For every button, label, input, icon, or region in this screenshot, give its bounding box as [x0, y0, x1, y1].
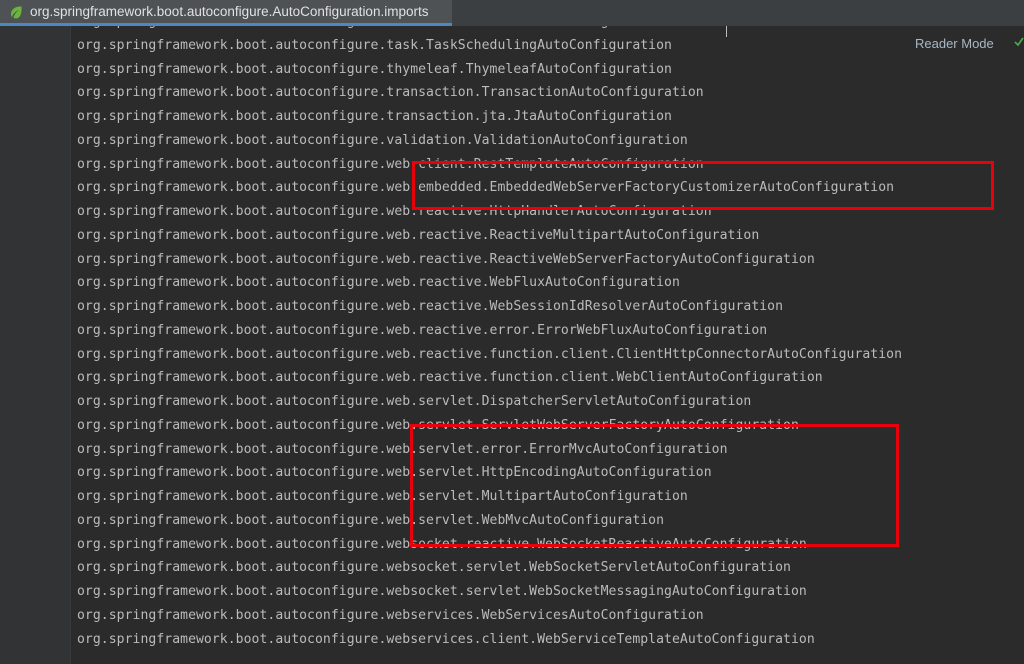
- code-line[interactable]: 124org.springframework.boot.autoconfigur…: [71, 105, 1024, 129]
- code-line[interactable]: 145org.springframework.boot.autoconfigur…: [71, 604, 1024, 628]
- code-lines: 120org.springframework.boot.autoconfigur…: [71, 26, 1024, 651]
- code-text[interactable]: org.springframework.boot.autoconfigure.w…: [77, 248, 815, 272]
- code-line[interactable]: 134org.springframework.boot.autoconfigur…: [71, 343, 1024, 367]
- code-text[interactable]: org.springframework.boot.autoconfigure.t…: [77, 34, 672, 58]
- code-text[interactable]: org.springframework.boot.autoconfigure.w…: [77, 580, 807, 604]
- editor-tab-bar: org.springframework.boot.autoconfigure.A…: [0, 0, 1024, 27]
- code-text[interactable]: org.springframework.boot.autoconfigure.w…: [77, 556, 791, 580]
- code-text[interactable]: org.springframework.boot.autoconfigure.t…: [77, 58, 672, 82]
- code-line[interactable]: 129org.springframework.boot.autoconfigur…: [71, 224, 1024, 248]
- code-text[interactable]: org.springframework.boot.autoconfigure.v…: [77, 129, 688, 153]
- code-line[interactable]: 122org.springframework.boot.autoconfigur…: [71, 58, 1024, 82]
- highlight-box-web-servlet: [410, 424, 899, 547]
- code-text[interactable]: org.springframework.boot.autoconfigure.t…: [77, 105, 672, 129]
- code-line[interactable]: 146org.springframework.boot.autoconfigur…: [71, 628, 1024, 652]
- line-number-gutter: [0, 26, 71, 664]
- code-text[interactable]: org.springframework.boot.autoconfigure.w…: [77, 343, 902, 367]
- code-line[interactable]: 135org.springframework.boot.autoconfigur…: [71, 366, 1024, 390]
- reader-mode-label: Reader Mode: [915, 35, 994, 51]
- check-icon: [1014, 37, 1024, 47]
- code-text[interactable]: org.springframework.boot.autoconfigure.w…: [77, 319, 767, 343]
- spring-leaf-icon: [11, 5, 22, 18]
- code-text[interactable]: org.springframework.boot.autoconfigure.w…: [77, 366, 823, 390]
- highlight-box-web-client: [412, 161, 994, 210]
- text-caret: [726, 26, 727, 37]
- code-line[interactable]: 130org.springframework.boot.autoconfigur…: [71, 248, 1024, 272]
- code-text[interactable]: org.springframework.boot.autoconfigure.w…: [77, 604, 704, 628]
- tab-title: org.springframework.boot.autoconfigure.A…: [30, 4, 429, 19]
- code-text[interactable]: org.springframework.boot.autoconfigure.w…: [77, 628, 815, 652]
- code-line[interactable]: 131org.springframework.boot.autoconfigur…: [71, 271, 1024, 295]
- code-line[interactable]: 136org.springframework.boot.autoconfigur…: [71, 390, 1024, 414]
- code-line[interactable]: 144org.springframework.boot.autoconfigur…: [71, 580, 1024, 604]
- code-text[interactable]: org.springframework.boot.autoconfigure.w…: [77, 390, 751, 414]
- code-text[interactable]: org.springframework.boot.autoconfigure.w…: [77, 271, 680, 295]
- code-line[interactable]: 123org.springframework.boot.autoconfigur…: [71, 81, 1024, 105]
- code-text[interactable]: org.springframework.boot.autoconfigure.t…: [77, 26, 664, 34]
- code-line[interactable]: 121org.springframework.boot.autoconfigur…: [71, 34, 1024, 58]
- code-line[interactable]: 132org.springframework.boot.autoconfigur…: [71, 295, 1024, 319]
- code-text[interactable]: org.springframework.boot.autoconfigure.t…: [77, 81, 704, 105]
- code-text[interactable]: org.springframework.boot.autoconfigure.w…: [77, 295, 783, 319]
- file-tab[interactable]: org.springframework.boot.autoconfigure.A…: [0, 0, 452, 26]
- code-line[interactable]: 125org.springframework.boot.autoconfigur…: [71, 129, 1024, 153]
- code-text[interactable]: org.springframework.boot.autoconfigure.w…: [77, 224, 759, 248]
- code-line[interactable]: 143org.springframework.boot.autoconfigur…: [71, 556, 1024, 580]
- code-line[interactable]: 133org.springframework.boot.autoconfigur…: [71, 319, 1024, 343]
- code-line[interactable]: 120org.springframework.boot.autoconfigur…: [71, 26, 1024, 34]
- code-editor[interactable]: 120org.springframework.boot.autoconfigur…: [71, 26, 1024, 664]
- reader-mode-button[interactable]: Reader Mode: [905, 32, 1004, 54]
